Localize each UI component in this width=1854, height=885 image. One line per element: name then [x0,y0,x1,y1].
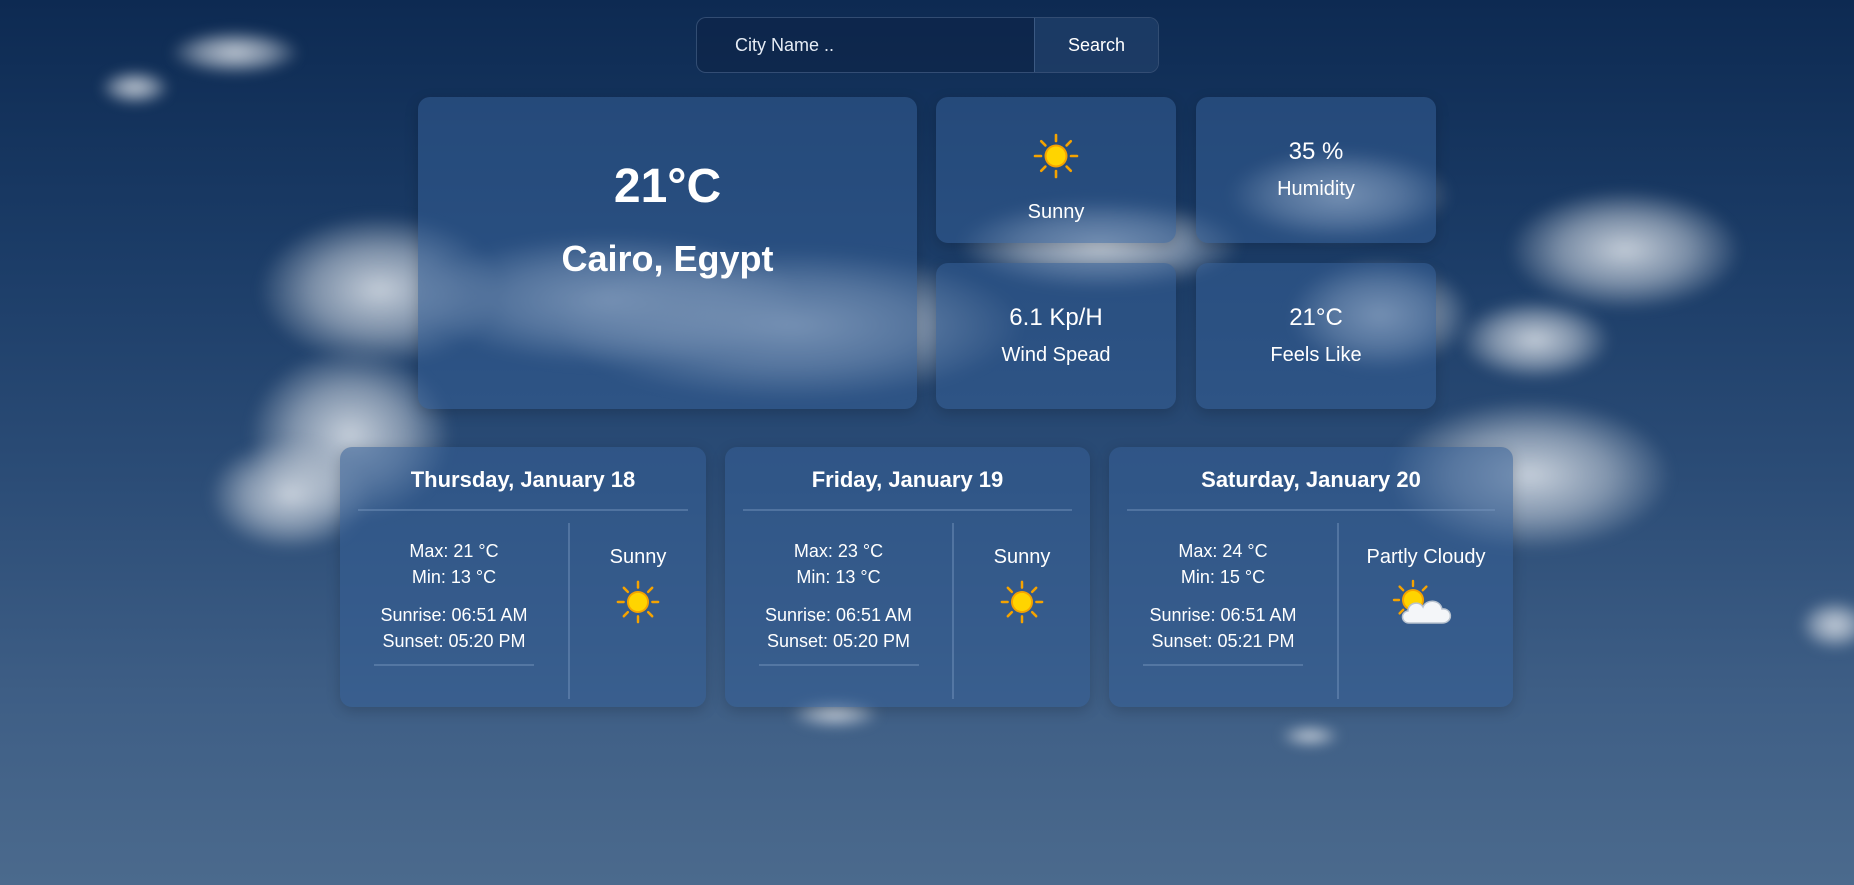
forecast-min: Min: 15 °C [1180,567,1266,587]
search-bar: Search [696,17,1159,73]
forecast-condition: Partly Cloudy [1366,546,1486,568]
divider [743,509,1072,511]
search-input[interactable] [697,18,1034,72]
divider [1143,664,1303,666]
current-weather-card: 21°C Cairo, Egypt [418,97,917,409]
forecast-details: Max: 24 °C Min: 15 °C Sunrise: 06:51 AM … [1109,538,1337,666]
forecast-date: Saturday, January 20 [1201,467,1421,492]
forecast-sunset: Sunset: 05:20 PM [382,631,526,651]
forecast-sunrise: Sunrise: 06:51 AM [380,605,528,625]
sun-icon [616,580,660,624]
forecast-condition: Sunny [609,546,667,568]
sun-icon [1000,580,1044,624]
sun-icon [1033,133,1079,179]
feels-like-value: 21°C [1289,304,1343,331]
forecast-min: Min: 13 °C [411,567,497,587]
humidity-value: 35 % [1288,138,1344,165]
forecast-condition: Sunny [993,546,1051,568]
forecast-details: Max: 23 °C Min: 13 °C Sunrise: 06:51 AM … [725,538,952,666]
forecast-card: Thursday, January 18 Max: 21 °C Min: 13 … [340,447,706,707]
search-button[interactable]: Search [1034,18,1158,72]
forecast-card: Saturday, January 20 Max: 24 °C Min: 15 … [1109,447,1513,707]
forecast-condition-box: Partly Cloudy [1339,546,1513,629]
forecast-date: Thursday, January 18 [410,467,636,492]
condition-label: Sunny [1027,201,1085,223]
humidity-card: 35 % Humidity [1196,97,1436,243]
forecast-date: Friday, January 19 [811,467,1004,492]
wind-speed-value: 6.1 Kp/H [1009,304,1103,331]
divider [358,509,688,511]
wind-speed-label: Wind Spead [1001,344,1111,366]
current-temperature: 21°C [613,160,722,213]
forecast-sunset: Sunset: 05:21 PM [1151,631,1295,651]
divider [758,664,919,666]
sky-background [0,0,1854,885]
divider [374,664,534,666]
forecast-card: Friday, January 19 Max: 23 °C Min: 13 °C… [725,447,1090,707]
humidity-label: Humidity [1277,178,1355,200]
forecast-condition-box: Sunny [954,546,1090,625]
forecast-max: Max: 21 °C [409,541,499,561]
feels-like-card: 21°C Feels Like [1196,263,1436,409]
current-location: Cairo, Egypt [561,238,774,279]
forecast-sunset: Sunset: 05:20 PM [766,631,911,651]
forecast-min: Min: 13 °C [796,567,881,587]
partly-cloudy-icon [1392,579,1452,624]
forecast-sunrise: Sunrise: 06:51 AM [1149,605,1297,625]
divider [1127,509,1495,511]
forecast-max: Max: 24 °C [1178,541,1268,561]
forecast-condition-box: Sunny [570,546,706,625]
condition-card: Sunny [936,97,1176,243]
forecast-max: Max: 23 °C [793,541,884,561]
wind-speed-card: 6.1 Kp/H Wind Spead [936,263,1176,409]
forecast-sunrise: Sunrise: 06:51 AM [764,605,913,625]
forecast-details: Max: 21 °C Min: 13 °C Sunrise: 06:51 AM … [340,538,568,666]
feels-like-label: Feels Like [1270,344,1362,366]
